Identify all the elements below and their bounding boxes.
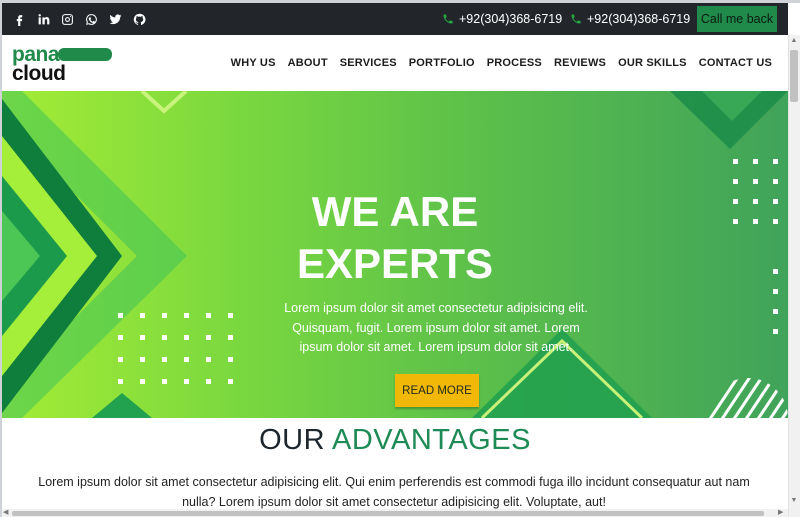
phone-icon [443,14,453,24]
vertical-scrollbar[interactable] [788,35,800,517]
phone-contact-2[interactable]: +92(304)368-6719 [570,3,690,35]
scroll-left-arrow-icon[interactable]: ◀ [3,508,8,516]
horizontal-scroll-thumb[interactable] [12,511,764,516]
phone-number-2: +92(304)368-6719 [587,12,691,26]
scroll-down-arrow-icon[interactable]: ▼ [789,496,799,506]
whatsapp-icon[interactable] [84,12,98,26]
nav-reviews[interactable]: REVIEWS [554,57,606,69]
call-me-back-button[interactable]: Call me back [697,6,777,32]
nav-menu: WHY US ABOUT SERVICES PORTFOLIO PROCESS … [231,35,772,91]
top-bar: +92(304)368-6719 +92(304)368-6719 Call m… [2,3,788,35]
instagram-icon[interactable] [60,12,74,26]
facebook-icon[interactable] [12,12,26,26]
phone-icon [571,14,581,24]
phone-contact-1[interactable]: +92(304)368-6719 [442,3,562,35]
advantages-description: Lorem ipsum dolor sit amet consectetur a… [38,475,750,509]
scroll-right-arrow-icon[interactable]: ▶ [778,508,783,516]
panacloud-logo[interactable]: pana cloud [10,44,114,82]
nav-why-us[interactable]: WHY US [231,57,276,69]
hero-title-line2: EXPERTS [296,240,494,287]
nav-our-skills[interactable]: OUR SKILLS [618,57,687,69]
phone-number-1: +92(304)368-6719 [459,12,563,26]
nav-contact-us[interactable]: CONTACT US [699,57,772,69]
hero-title-line1: WE ARE [311,188,479,235]
nav-portfolio[interactable]: PORTFOLIO [409,57,475,69]
nav-process[interactable]: PROCESS [487,57,542,69]
dot-grid-left [118,313,233,384]
social-links [12,3,146,35]
advantages-heading-part2: ADVANTAGES [332,424,531,456]
hero-description: Lorem ipsum dolor sit amet consectetur a… [284,301,588,354]
nav-services[interactable]: SERVICES [340,57,397,69]
scroll-up-arrow-icon[interactable]: ▲ [789,36,799,46]
vertical-scroll-thumb[interactable] [790,50,798,102]
linkedin-icon[interactable] [36,12,50,26]
twitter-icon[interactable] [108,12,122,26]
github-icon[interactable] [132,12,146,26]
read-more-button[interactable]: READ MORE [395,374,479,407]
hero-banner: WE ARE EXPERTS Lorem ipsum dolor sit ame… [2,91,788,418]
advantages-heading: OUR ADVANTAGES [2,424,788,457]
svg-text:cloud: cloud [12,62,66,82]
advantages-heading-part1: OUR [259,424,326,456]
nav-about[interactable]: ABOUT [288,57,328,69]
main-navbar: pana cloud WHY US ABOUT SERVICES PORTFOL… [2,35,788,91]
